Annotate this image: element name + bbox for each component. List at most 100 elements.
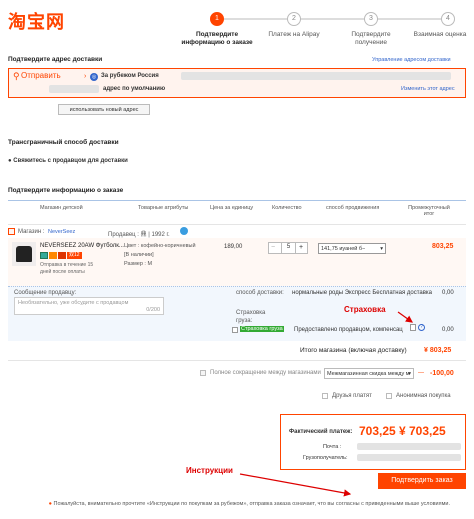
promo-select[interactable]: 141,75 иуаней б− ▾ <box>318 243 386 254</box>
contact-seller-text: Свяжитесь с продавцом для доставки <box>13 158 128 164</box>
friends-pay-label: Друзья платят <box>332 393 372 399</box>
insurance-price: 0,00 <box>442 327 454 333</box>
attr-stock: [В наличии] <box>124 252 154 258</box>
payment-amount: 703,25 <box>359 424 396 438</box>
message-counter: 0/200 <box>146 307 160 313</box>
message-label: Сообщение продавцу: <box>14 290 77 296</box>
col-attributes: Товарные атрибуты <box>138 205 189 211</box>
step-1-label: Подтвердите информацию о заказе <box>181 31 253 46</box>
shipping-title: Трансграничный способ доставки <box>8 139 119 146</box>
attr-size: Размер : M <box>124 261 153 267</box>
shop-divider <box>8 224 466 225</box>
col-promo: способ продвижения <box>326 205 380 211</box>
annotation-insurance: Страховка <box>344 305 386 314</box>
address-section-title: Подтвердите адрес доставки <box>8 56 103 63</box>
delivery-label: способ доставки: <box>236 290 284 296</box>
warning-icon: ● <box>48 501 52 507</box>
submit-order-button[interactable]: Подтвердить заказ <box>378 473 466 489</box>
edit-address-link[interactable]: Изменить этот адрес <box>401 86 455 92</box>
order-divider <box>8 200 466 201</box>
qty-plus-button[interactable]: + <box>299 244 303 251</box>
insurance-tag: Страховка груза <box>240 326 284 332</box>
discount-select[interactable]: Межмагазинная скидка между м ▾ <box>324 368 414 379</box>
message-placeholder: Необязательно, уже обсудите с продавцом <box>18 300 129 306</box>
store-total-value: ¥ 803,25 <box>424 347 452 354</box>
step-3-dot: 3 <box>364 12 378 26</box>
footer-notice: ● Пожалуйста, внимательно прочтите «Инст… <box>30 500 450 508</box>
chevron-right-icon: › <box>84 73 87 80</box>
badge-orange-icon <box>49 252 57 259</box>
discount-checkbox[interactable] <box>200 370 206 376</box>
chevron-down-icon: ▾ <box>380 246 383 252</box>
insurance-doc-icon[interactable] <box>410 324 416 331</box>
delivery-value: нормальные роды Экспресс Бесплатная дост… <box>292 290 433 296</box>
seller-info: Продавец : 鼎 | 1992 г. <box>108 232 170 238</box>
payment-label: Фактический платеж: <box>289 429 353 435</box>
footer-text: Пожалуйста, внимательно прочтите «Инстру… <box>53 501 450 507</box>
annotation-arrow-instructions <box>239 473 352 497</box>
store-total-label: Итого магазина (включая доставку) <box>300 347 407 354</box>
unit-price: 189,00 <box>224 244 243 250</box>
col-shop: Магазин детской <box>40 205 83 211</box>
shop-label: Магазин : <box>18 229 45 235</box>
address-text-blurred <box>181 72 451 80</box>
step-4-label: Взаимная оценка <box>413 31 467 38</box>
payment-summary: Фактический платеж: 703,25 ¥ 703,25 Почт… <box>280 414 466 470</box>
step-3-label: Подтвердите получение <box>351 31 391 46</box>
item-subtotal: 803,25 <box>432 243 454 250</box>
qty-minus-button[interactable]: − <box>271 244 275 251</box>
progress-line <box>217 18 453 20</box>
product-thumbnail[interactable] <box>12 242 36 266</box>
quantity-stepper[interactable]: − 5 + <box>268 242 308 254</box>
new-address-button[interactable]: использовать новый адрес <box>58 104 150 115</box>
chevron-down-icon: ▾ <box>408 371 411 377</box>
tshirt-icon <box>16 246 32 262</box>
step-2-label: Платеж на Alipay <box>268 31 320 38</box>
anonymous-label: Анонимная покупка <box>396 393 451 399</box>
globe-icon: ◎ <box>90 73 98 81</box>
insurance-value: Предоставлено продавцом, компенсац <box>294 327 403 333</box>
badge-red-icon <box>58 252 66 259</box>
insurance-label: Страховка груза: <box>236 310 266 324</box>
promo-select-value: 141,75 иуаней б− <box>321 246 366 252</box>
double12-badge: 双12 <box>67 252 82 259</box>
order-columns: Магазин детской Товарные атрибуты Цена з… <box>0 205 474 217</box>
default-address-card[interactable]: ⚲ Отправить › ◎ За рубежом Россия адрес … <box>8 68 466 98</box>
annotation-instructions: Инструкции <box>186 466 233 475</box>
taobao-logo[interactable]: 淘宝网 <box>8 8 65 34</box>
help-icon[interactable]: ? <box>418 324 425 331</box>
recipient-label: Грузополучатель: <box>303 455 348 461</box>
shipping-note: Отправка в течение 15 дней после оплаты <box>40 262 94 275</box>
total-divider <box>8 360 466 361</box>
discount-arrow-icon: — <box>418 370 424 376</box>
manage-address-link[interactable]: Управление адресом доставки <box>372 57 451 63</box>
send-label: Отправить <box>21 71 61 80</box>
discount-select-value: Межмагазинная скидка между м <box>327 371 410 377</box>
qty-input[interactable]: 5 <box>281 242 296 254</box>
insurance-checkbox[interactable] <box>232 327 238 333</box>
mail-blurred <box>357 443 461 450</box>
recipient-blurred <box>49 85 99 93</box>
message-textarea[interactable]: Необязательно, уже обсудите с продавцом … <box>14 297 164 315</box>
step-4-dot: 4 <box>441 12 455 26</box>
anonymous-checkbox[interactable] <box>386 393 392 399</box>
badge-green-icon <box>40 252 48 259</box>
discount-value: -100,00 <box>430 370 454 377</box>
shop-checkbox[interactable] <box>8 228 15 235</box>
col-subtotal: Промежуточный итог <box>408 205 450 217</box>
col-quantity: Количество <box>272 205 302 211</box>
recipient-blurred <box>357 454 461 461</box>
product-name-link[interactable]: NEVERSEEZ 20AW Футболк... <box>40 243 124 249</box>
radio-dot-icon: ● <box>8 158 12 164</box>
chat-icon[interactable] <box>180 227 188 235</box>
col-price: Цена за единицу <box>210 205 254 211</box>
payment-amount-currency: ¥ 703,25 <box>399 424 446 438</box>
mail-label: Почта : <box>323 444 342 450</box>
step-1-dot: 1 <box>210 12 224 26</box>
address-region: За рубежом Россия <box>101 73 159 79</box>
friends-pay-checkbox[interactable] <box>322 393 328 399</box>
shop-name-link[interactable]: NeverSeez <box>48 229 75 235</box>
delivery-price: 0,00 <box>442 290 454 296</box>
discount-label: Полное сокращение между магазинами <box>210 370 321 376</box>
contact-seller-shipping: ● Свяжитесь с продавцом для доставки <box>8 158 128 164</box>
